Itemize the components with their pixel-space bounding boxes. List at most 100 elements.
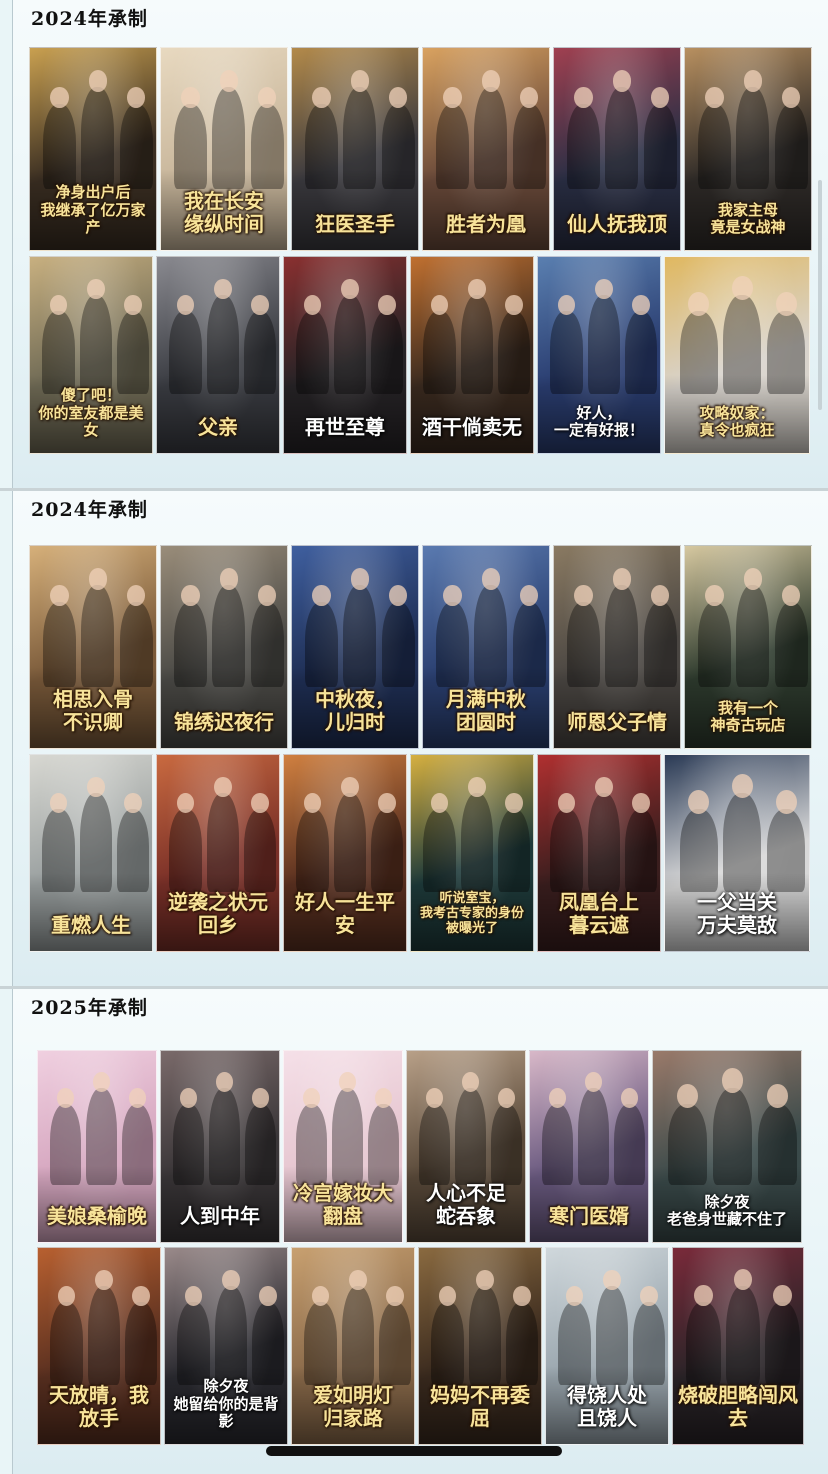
poster-card[interactable]: 冷宫嫁妆大翻盘 — [283, 1050, 403, 1243]
poster-row: 净身出户后 我继承了亿万家产 我在长安 缘纵时间 狂医圣手 胜者为凰 仙人抚我顶 我家主母… — [29, 47, 812, 251]
poster-title: 美娘桑榆晚 — [47, 1204, 147, 1228]
poster-title: 傻了吧！ 你的室友都是美女 — [38, 386, 144, 439]
poster-face — [259, 1285, 277, 1307]
poster-shade — [284, 374, 406, 453]
poster-title: 仙人抚我顶 — [567, 212, 667, 236]
poster-face — [213, 278, 232, 300]
poster-card[interactable]: 中秋夜， 儿归时 — [291, 545, 419, 749]
poster-title: 一父当关 万夫莫敌 — [697, 890, 777, 937]
poster-face — [219, 70, 238, 92]
poster-face — [775, 789, 797, 814]
poster-face — [467, 278, 486, 300]
poster-shade — [423, 169, 549, 250]
poster-card[interactable]: 听说室宝， 我考古专家的身份 被曝光了 — [410, 754, 534, 952]
poster-face — [773, 1284, 792, 1307]
poster-card[interactable]: 我家主母 竟是女战神 — [684, 47, 812, 251]
poster-card[interactable]: 净身出户后 我继承了亿万家产 — [29, 47, 157, 251]
poster-face — [505, 294, 523, 316]
poster-title: 胜者为凰 — [446, 212, 526, 236]
poster-card[interactable]: 师恩父子情 — [553, 545, 681, 749]
poster-card[interactable]: 逆袭之状元回乡 — [156, 754, 280, 952]
poster-card[interactable]: 除夕夜 老爸身世藏不住了 — [652, 1050, 802, 1243]
poster-card[interactable]: 美娘桑榆晚 — [37, 1050, 157, 1243]
poster-face — [505, 792, 523, 814]
poster-title: 我在长安 缘纵时间 — [184, 189, 264, 236]
poster-card[interactable]: 重燃人生 — [29, 754, 153, 952]
poster-face — [86, 278, 105, 300]
poster-title: 除夕夜 她留给你的是背影 — [173, 1377, 279, 1430]
poster-title: 除夕夜 老爸身世藏不住了 — [666, 1192, 787, 1228]
poster-card[interactable]: 我在长安 缘纵时间 — [160, 47, 288, 251]
poster-face — [475, 1269, 494, 1291]
poster-shade — [554, 667, 680, 748]
poster-face — [443, 584, 462, 606]
poster-card[interactable]: 攻略奴家： 真令也疯狂 — [664, 256, 810, 454]
poster-face — [602, 1269, 621, 1291]
poster-face — [594, 776, 613, 798]
poster-card[interactable]: 相思入骨 不识卿 — [29, 545, 157, 749]
poster-card[interactable]: 人到中年 — [160, 1050, 280, 1243]
poster-shade — [411, 374, 533, 453]
poster-face — [88, 70, 107, 92]
poster-face — [705, 584, 724, 606]
poster-title: 人心不足 蛇吞象 — [426, 1181, 506, 1228]
poster-card[interactable]: 人心不足 蛇吞象 — [406, 1050, 526, 1243]
poster-card[interactable]: 我有一个 神奇古玩店 — [684, 545, 812, 749]
poster-card[interactable]: 寒门医婿 — [529, 1050, 649, 1243]
poster-card[interactable]: 月满中秋 团圆时 — [422, 545, 550, 749]
scrollbar[interactable] — [818, 180, 822, 410]
poster-card[interactable]: 胜者为凰 — [422, 47, 550, 251]
poster-card[interactable]: 除夕夜 她留给你的是背影 — [164, 1247, 288, 1445]
poster-face — [498, 1087, 516, 1108]
poster-title: 烧破胆略闯风去 — [678, 1383, 798, 1430]
poster-face — [124, 294, 142, 316]
poster-title: 逆袭之状元回乡 — [168, 890, 268, 937]
poster-face — [632, 294, 650, 316]
poster-face — [340, 278, 359, 300]
home-indicator[interactable] — [266, 1446, 562, 1456]
poster-face — [219, 568, 238, 590]
poster-title: 父亲 — [198, 415, 238, 439]
section-title: 2025年承制 — [31, 997, 148, 1019]
poster-card[interactable]: 天放晴，我放手 — [37, 1247, 161, 1445]
poster-face — [693, 1284, 713, 1307]
poster-title: 酒干倘卖无 — [422, 415, 522, 439]
poster-card[interactable]: 得饶人处 且饶人 — [545, 1247, 669, 1445]
poster-face — [251, 294, 269, 316]
poster-card[interactable]: 锦绣迟夜行 — [160, 545, 288, 749]
poster-face — [50, 86, 69, 108]
poster-title: 净身出户后 我继承了亿万家产 — [40, 183, 146, 236]
poster-card[interactable]: 妈妈不再委屈 — [418, 1247, 542, 1445]
poster-card[interactable]: 再世至尊 — [283, 256, 407, 454]
poster-title: 好人一生平安 — [295, 890, 395, 937]
poster-card[interactable]: 傻了吧！ 你的室友都是美女 — [29, 256, 153, 454]
poster-shade — [292, 169, 418, 250]
poster-face — [731, 773, 753, 798]
poster-card[interactable]: 好人一生平安 — [283, 754, 407, 952]
poster-face — [612, 70, 631, 92]
poster-face — [621, 1087, 639, 1108]
poster-face — [513, 1285, 531, 1307]
poster-face — [426, 1087, 444, 1108]
poster-row: 相思入骨 不识卿 锦绣迟夜行 中秋夜， 儿归时 月满中秋 团圆时 师恩父子情 我有一个 神… — [29, 545, 812, 749]
poster-card[interactable]: 爱如明灯 归家路 — [291, 1247, 415, 1445]
poster-face — [181, 86, 200, 108]
poster-face — [213, 776, 232, 798]
poster-card[interactable]: 烧破胆略闯风去 — [672, 1247, 804, 1445]
poster-face — [251, 792, 269, 814]
poster-card[interactable]: 一父当关 万夫莫敌 — [664, 754, 810, 952]
poster-card[interactable]: 凤凰台上 暮云遮 — [537, 754, 661, 952]
poster-card[interactable]: 酒干倘卖无 — [410, 256, 534, 454]
poster-face — [481, 568, 500, 590]
poster-row: 傻了吧！ 你的室友都是美女父亲 再世至尊 酒干倘卖无 好人， 一定有好报！ 攻略奴家： … — [29, 256, 810, 454]
poster-row: 美娘桑榆晚 人到中年 冷宫嫁妆大翻盘 人心不足 蛇吞象 寒门医婿 除夕夜 老爸身世藏不住了 — [37, 1050, 802, 1243]
poster-card[interactable]: 狂医圣手 — [291, 47, 419, 251]
poster-title: 得饶人处 且饶人 — [567, 1383, 647, 1430]
poster-title: 寒门医婿 — [549, 1204, 629, 1228]
poster-card[interactable]: 好人， 一定有好报！ — [537, 256, 661, 454]
poster-card[interactable]: 父亲 — [156, 256, 280, 454]
poster-title: 我有一个 神奇古玩店 — [710, 698, 786, 734]
poster-face — [312, 584, 331, 606]
poster-card[interactable]: 仙人抚我顶 — [553, 47, 681, 251]
poster-face — [57, 1087, 75, 1108]
